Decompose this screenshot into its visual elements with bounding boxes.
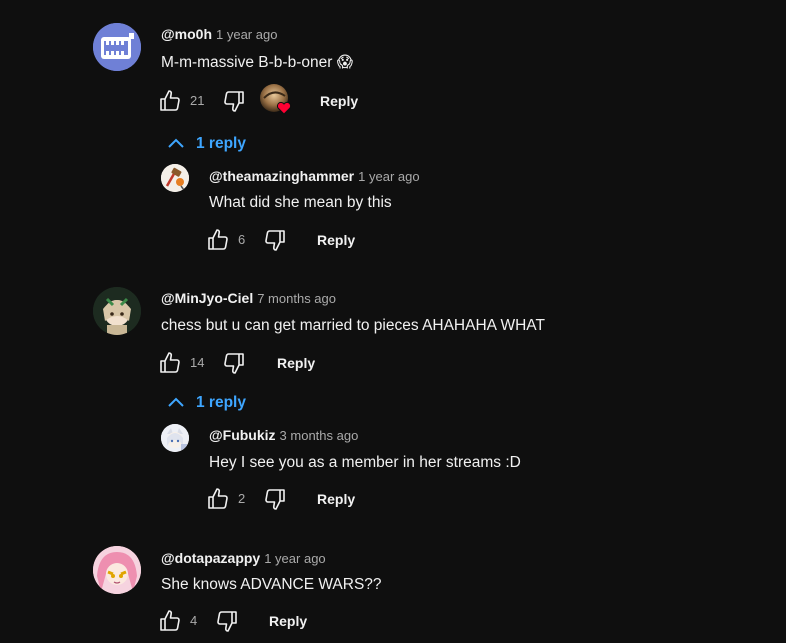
comment-text: She knows ADVANCE WARS?? — [161, 576, 382, 593]
avatar-image — [93, 546, 141, 594]
like-button[interactable] — [158, 607, 182, 635]
reply-button[interactable]: Reply — [269, 607, 307, 635]
author-name[interactable]: @dotapazappy — [161, 550, 260, 566]
dislike-button[interactable] — [215, 607, 239, 635]
comment-header: @dotapazappy 1 year ago — [161, 549, 326, 568]
comment-actions: 4 Reply — [158, 607, 358, 635]
thumb-up-icon — [160, 610, 180, 631]
avatar[interactable] — [93, 546, 141, 594]
comment-thread: @dotapazappy 1 year ago She knows ADVANCE… — [0, 0, 786, 643]
thumb-down-icon — [217, 611, 237, 632]
like-count: 4 — [190, 613, 198, 628]
timestamp[interactable]: 1 year ago — [264, 551, 325, 566]
